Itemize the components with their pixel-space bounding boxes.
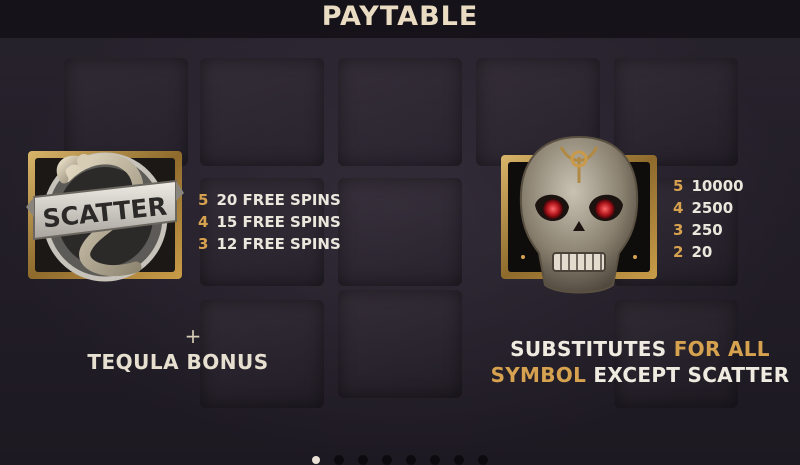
wild-desc-line1: SUBSTITUTES FOR ALL (480, 336, 800, 362)
pay-count: 5 (198, 191, 209, 209)
reel-cell (338, 178, 462, 286)
wild-desc-highlight: SYMBOL (490, 363, 587, 387)
pay-count: 5 (673, 177, 684, 195)
plus-sign: + (184, 324, 202, 348)
wild-desc-text: EXCEPT SCATTER (593, 363, 790, 387)
pay-award: 2500 (691, 199, 734, 217)
bonus-label: TEQULA BONUS (87, 350, 269, 374)
reel-cell (200, 58, 324, 166)
wild-desc-line2: SYMBOL EXCEPT SCATTER (480, 362, 800, 388)
page-dot[interactable] (454, 455, 464, 465)
page-dot[interactable] (406, 455, 416, 465)
page-dot[interactable] (358, 455, 368, 465)
reel-cell (338, 290, 462, 398)
wild-paylist: 5 10000 4 2500 3 250 2 20 (673, 175, 744, 263)
pay-award: 10000 (691, 177, 744, 195)
page-indicator (312, 455, 488, 465)
pay-row: 2 20 (673, 241, 744, 263)
wild-desc-text: SUBSTITUTES (510, 337, 667, 361)
scatter-paylist: 5 20 FREE SPINS 4 15 FREE SPINS 3 12 FREE S… (198, 189, 341, 255)
pay-count: 4 (673, 199, 684, 217)
pay-award: 20 (691, 243, 713, 261)
pay-count: 3 (198, 235, 209, 253)
page-dot[interactable] (312, 456, 320, 464)
page-title: PAYTABLE (321, 1, 479, 32)
page-dot[interactable] (334, 455, 344, 465)
page-dot[interactable] (430, 455, 440, 465)
wild-skull-symbol (501, 135, 657, 295)
paytable-header: PAYTABLE (0, 0, 800, 38)
pay-row: 3 250 (673, 219, 744, 241)
page-dot[interactable] (478, 455, 488, 465)
scatter-symbol: SCATTER (26, 137, 184, 287)
scatter-snake-icon: SCATTER (26, 151, 184, 282)
pay-row: 3 12 FREE SPINS (198, 233, 341, 255)
pay-award: 15 FREE SPINS (216, 213, 341, 231)
pay-row: 5 20 FREE SPINS (198, 189, 341, 211)
wild-description: SUBSTITUTES FOR ALL SYMBOL EXCEPT SCATTE… (480, 336, 800, 388)
skull-icon (501, 135, 657, 294)
pay-count: 3 (673, 221, 684, 239)
wild-desc-highlight: FOR ALL (673, 337, 770, 361)
pay-award: 12 FREE SPINS (216, 235, 341, 253)
pay-row: 4 15 FREE SPINS (198, 211, 341, 233)
pay-count: 4 (198, 213, 209, 231)
pay-count: 2 (673, 243, 684, 261)
pay-row: 4 2500 (673, 197, 744, 219)
reel-cell (338, 58, 462, 166)
pay-award: 20 FREE SPINS (216, 191, 341, 209)
pay-row: 5 10000 (673, 175, 744, 197)
pay-award: 250 (691, 221, 723, 239)
page-dot[interactable] (382, 455, 392, 465)
